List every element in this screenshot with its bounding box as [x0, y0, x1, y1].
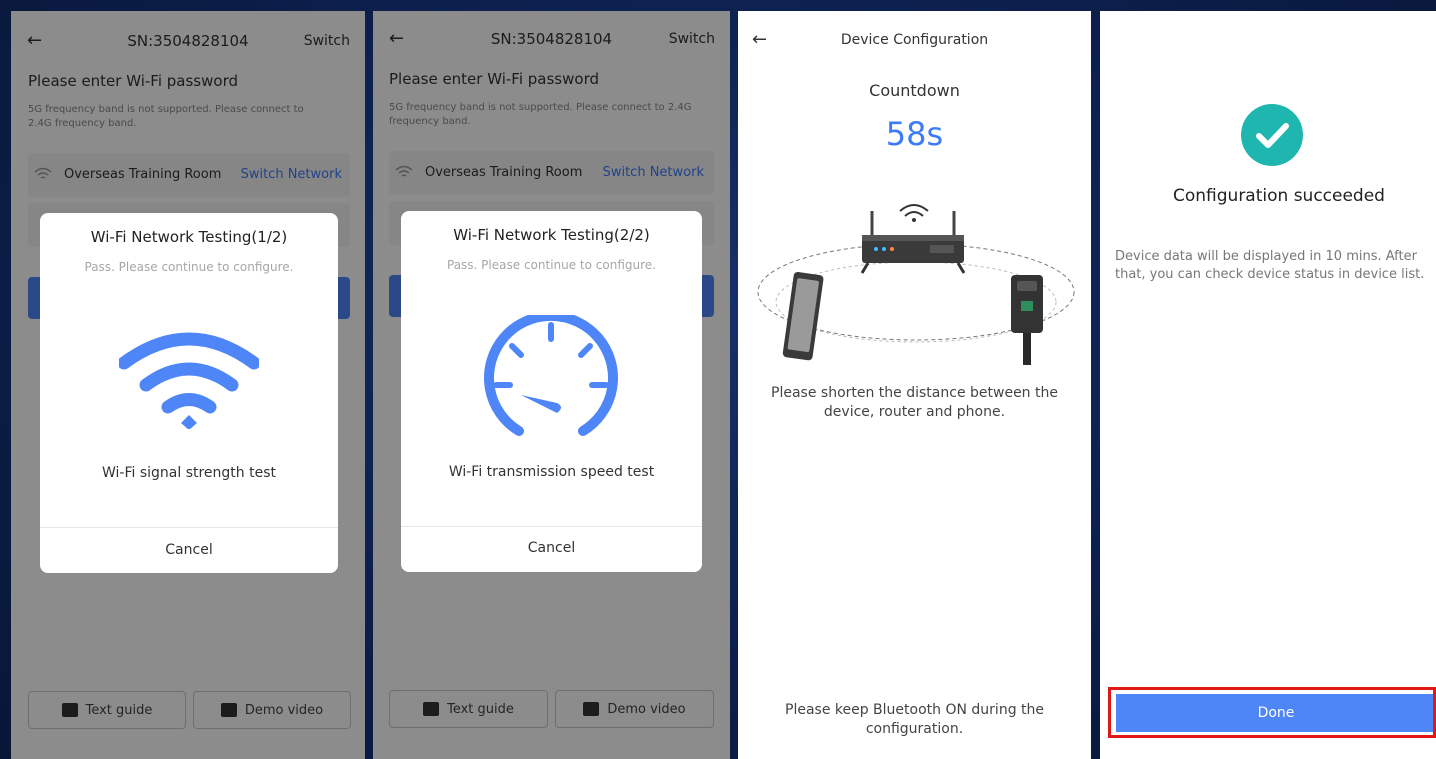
screen-wifi-test-2: ← SN:3504828104 Switch Please enter Wi-F… [373, 11, 730, 759]
distance-hint: Please shorten the distance between the … [771, 385, 1058, 420]
success-message: Device data will be displayed in 10 mins… [1115, 249, 1425, 282]
speedometer-icon [484, 315, 618, 436]
screen-wifi-test-1: ← SN:3504828104 Switch Please enter Wi-F… [11, 11, 365, 759]
modal-title: Wi-Fi Network Testing(1/2) [90, 228, 288, 246]
check-circle-icon [1241, 104, 1303, 166]
wifi-test-modal: Wi-Fi Network Testing(2/2) Pass. Please … [401, 211, 702, 572]
modal-caption: Wi-Fi transmission speed test [448, 464, 655, 480]
router-phone-device-illustration [757, 204, 1075, 365]
countdown-value: 58s [885, 115, 944, 153]
screen-device-configuration: ← Device Configuration Countdown 58s Ple [738, 11, 1091, 759]
cancel-button[interactable]: Cancel [401, 540, 702, 556]
modal-subtitle: Pass. Please continue to configure. [447, 258, 656, 272]
countdown-label: Countdown [869, 81, 960, 100]
modal-divider [40, 527, 338, 528]
done-highlight [1108, 687, 1436, 738]
screen-configuration-succeeded: Configuration succeeded Device data will… [1100, 11, 1436, 759]
modal-divider [401, 526, 702, 527]
wifi-icon [119, 332, 259, 429]
page-title: Device Configuration [840, 32, 989, 48]
modal-title: Wi-Fi Network Testing(2/2) [453, 226, 650, 244]
wifi-test-modal: Wi-Fi Network Testing(1/2) Pass. Please … [40, 213, 338, 573]
success-title: Configuration succeeded [1173, 186, 1385, 206]
modal-subtitle: Pass. Please continue to configure. [84, 260, 294, 274]
bluetooth-note: Please keep Bluetooth ON during the conf… [785, 702, 1044, 737]
cancel-button[interactable]: Cancel [40, 542, 338, 558]
modal-caption: Wi-Fi signal strength test [101, 465, 276, 481]
